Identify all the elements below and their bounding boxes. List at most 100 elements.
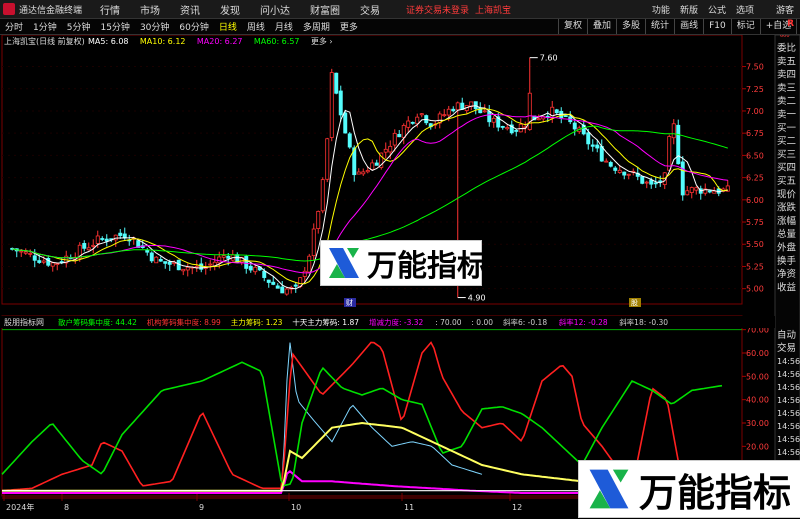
ind-y-tick-label: 50.00 — [746, 372, 769, 381]
candle-body — [419, 113, 424, 116]
menu-gongshi[interactable]: 公式 — [708, 3, 726, 16]
menu-zixun[interactable]: 资讯 — [180, 2, 200, 17]
x-tick-label: 8 — [64, 503, 69, 512]
candle-body — [680, 161, 685, 196]
tab-daily[interactable]: 日线 — [214, 20, 242, 33]
candle-body — [325, 138, 330, 180]
watermark-center: 万能指标 — [320, 240, 487, 286]
quote-row-label: 委比 — [777, 42, 796, 54]
candle-body — [487, 111, 492, 123]
side-code: 600 — [780, 35, 790, 39]
candle-body — [653, 182, 658, 185]
menu-faxian[interactable]: 发现 — [220, 2, 240, 17]
tab-1min[interactable]: 1分钟 — [28, 20, 62, 33]
tab-fenshi[interactable]: 分时 — [0, 20, 28, 33]
candle-body — [671, 123, 676, 139]
event-tag-label: 财 — [346, 298, 353, 307]
candle-body — [406, 120, 411, 128]
quote-row-label: 换手 — [777, 255, 797, 267]
quote-row-label: 买三 — [777, 149, 796, 160]
candle-body — [95, 235, 100, 244]
candle-body — [361, 171, 366, 175]
candle-body — [91, 244, 96, 247]
login-status[interactable]: 证券交易未登录 — [406, 3, 469, 16]
candle-body — [244, 256, 249, 269]
trade-row: 14:56 — [777, 383, 800, 392]
quote-row-label: 买四 — [777, 163, 796, 174]
x-tick-label: 9 — [199, 503, 204, 512]
watermark-logo-icon — [587, 467, 631, 511]
ma-label-3: MA60: 6.57 — [254, 37, 300, 46]
ind-label-6: : 0.00 — [471, 318, 493, 327]
candle-body — [307, 255, 312, 273]
candle-body — [154, 256, 159, 264]
candle-body — [158, 259, 163, 262]
duogu-button[interactable]: 多股 — [616, 19, 645, 34]
app-title: 通达信金融终端 — [19, 5, 83, 16]
candle-body — [104, 238, 109, 242]
diejia-button[interactable]: 叠加 — [587, 19, 616, 34]
candle-body — [293, 284, 298, 287]
watermark-text: 万能指标 — [639, 470, 792, 515]
candle-body — [401, 125, 406, 138]
fuquan-button[interactable]: 复权 — [558, 19, 587, 34]
menu-xinban[interactable]: 新版 — [680, 3, 698, 16]
menu-jiaoyi[interactable]: 交易 — [360, 2, 380, 17]
candle-body — [100, 238, 105, 240]
menu-wenxiaoda[interactable]: 问小达 — [260, 2, 290, 17]
candle-body — [226, 255, 231, 259]
candle-body — [163, 261, 168, 264]
main-y-tick-label: 7.50 — [746, 63, 764, 72]
ma-label-2: MA20: 6.27 — [197, 37, 243, 46]
menu-shichang[interactable]: 市场 — [140, 2, 160, 17]
x-tick-label: 10 — [291, 503, 301, 512]
menu-caifuquan[interactable]: 财富圈 — [310, 2, 340, 17]
main-y-tick-label: 5.00 — [746, 285, 764, 294]
tongji-button[interactable]: 统计 — [645, 19, 674, 34]
candle-body — [221, 255, 226, 258]
candle-body — [280, 286, 285, 294]
ind-label-5: : 70.00 — [435, 318, 462, 327]
candle-body — [667, 136, 672, 171]
menu-hangqing[interactable]: 行情 — [100, 2, 120, 17]
ma-label-1: MA10: 6.12 — [140, 37, 186, 46]
quote-row-label: 外盘 — [777, 242, 797, 254]
candle-body — [685, 190, 690, 196]
biaoji-button[interactable]: 标记 — [730, 19, 760, 34]
f10-button[interactable]: F10 — [703, 19, 731, 34]
tab-15min[interactable]: 15分钟 — [95, 20, 134, 33]
menu-xuanxiang[interactable]: 选项 — [736, 3, 754, 16]
stock-note: 上海凯宝 — [475, 5, 512, 16]
candle-body — [640, 176, 645, 184]
quote-row-label: 收益 — [777, 281, 797, 293]
candle-body — [626, 173, 631, 176]
tab-more[interactable]: 更多 — [335, 20, 363, 33]
candle-body — [370, 162, 375, 170]
candle-body — [82, 243, 87, 249]
candle-body — [608, 162, 613, 167]
huaxian-button[interactable]: 画线 — [674, 19, 703, 34]
candle-body — [208, 263, 213, 266]
ind-y-tick-label: 60.00 — [746, 349, 769, 358]
candle-body — [707, 190, 712, 193]
menu-youke[interactable]: 游客 — [776, 3, 794, 16]
candle-body — [338, 90, 343, 116]
candle-body — [536, 118, 541, 121]
candle-body — [347, 133, 352, 148]
ind-label-4: 增减力度: -3.32 — [369, 317, 424, 327]
candle-body — [50, 262, 55, 267]
tab-30min[interactable]: 30分钟 — [135, 20, 174, 33]
quote-row-label: 卖三 — [777, 83, 796, 94]
quote-row-label: 卖四 — [777, 70, 796, 81]
candle-body — [167, 261, 172, 265]
ind-y-tick-label: 40.00 — [746, 396, 769, 405]
back-button[interactable]: 返回 — [796, 19, 800, 34]
x-tick-label: 2024年 — [6, 502, 34, 512]
tab-5min[interactable]: 5分钟 — [62, 20, 96, 33]
side-icon-r[interactable]: R — [787, 19, 794, 29]
tab-weekly[interactable]: 周线 — [242, 20, 270, 33]
tab-60min[interactable]: 60分钟 — [174, 20, 213, 33]
tab-monthly[interactable]: 月线 — [270, 20, 298, 33]
tab-multi-period[interactable]: 多周期 — [298, 20, 335, 33]
menu-gongneng[interactable]: 功能 — [652, 3, 670, 16]
